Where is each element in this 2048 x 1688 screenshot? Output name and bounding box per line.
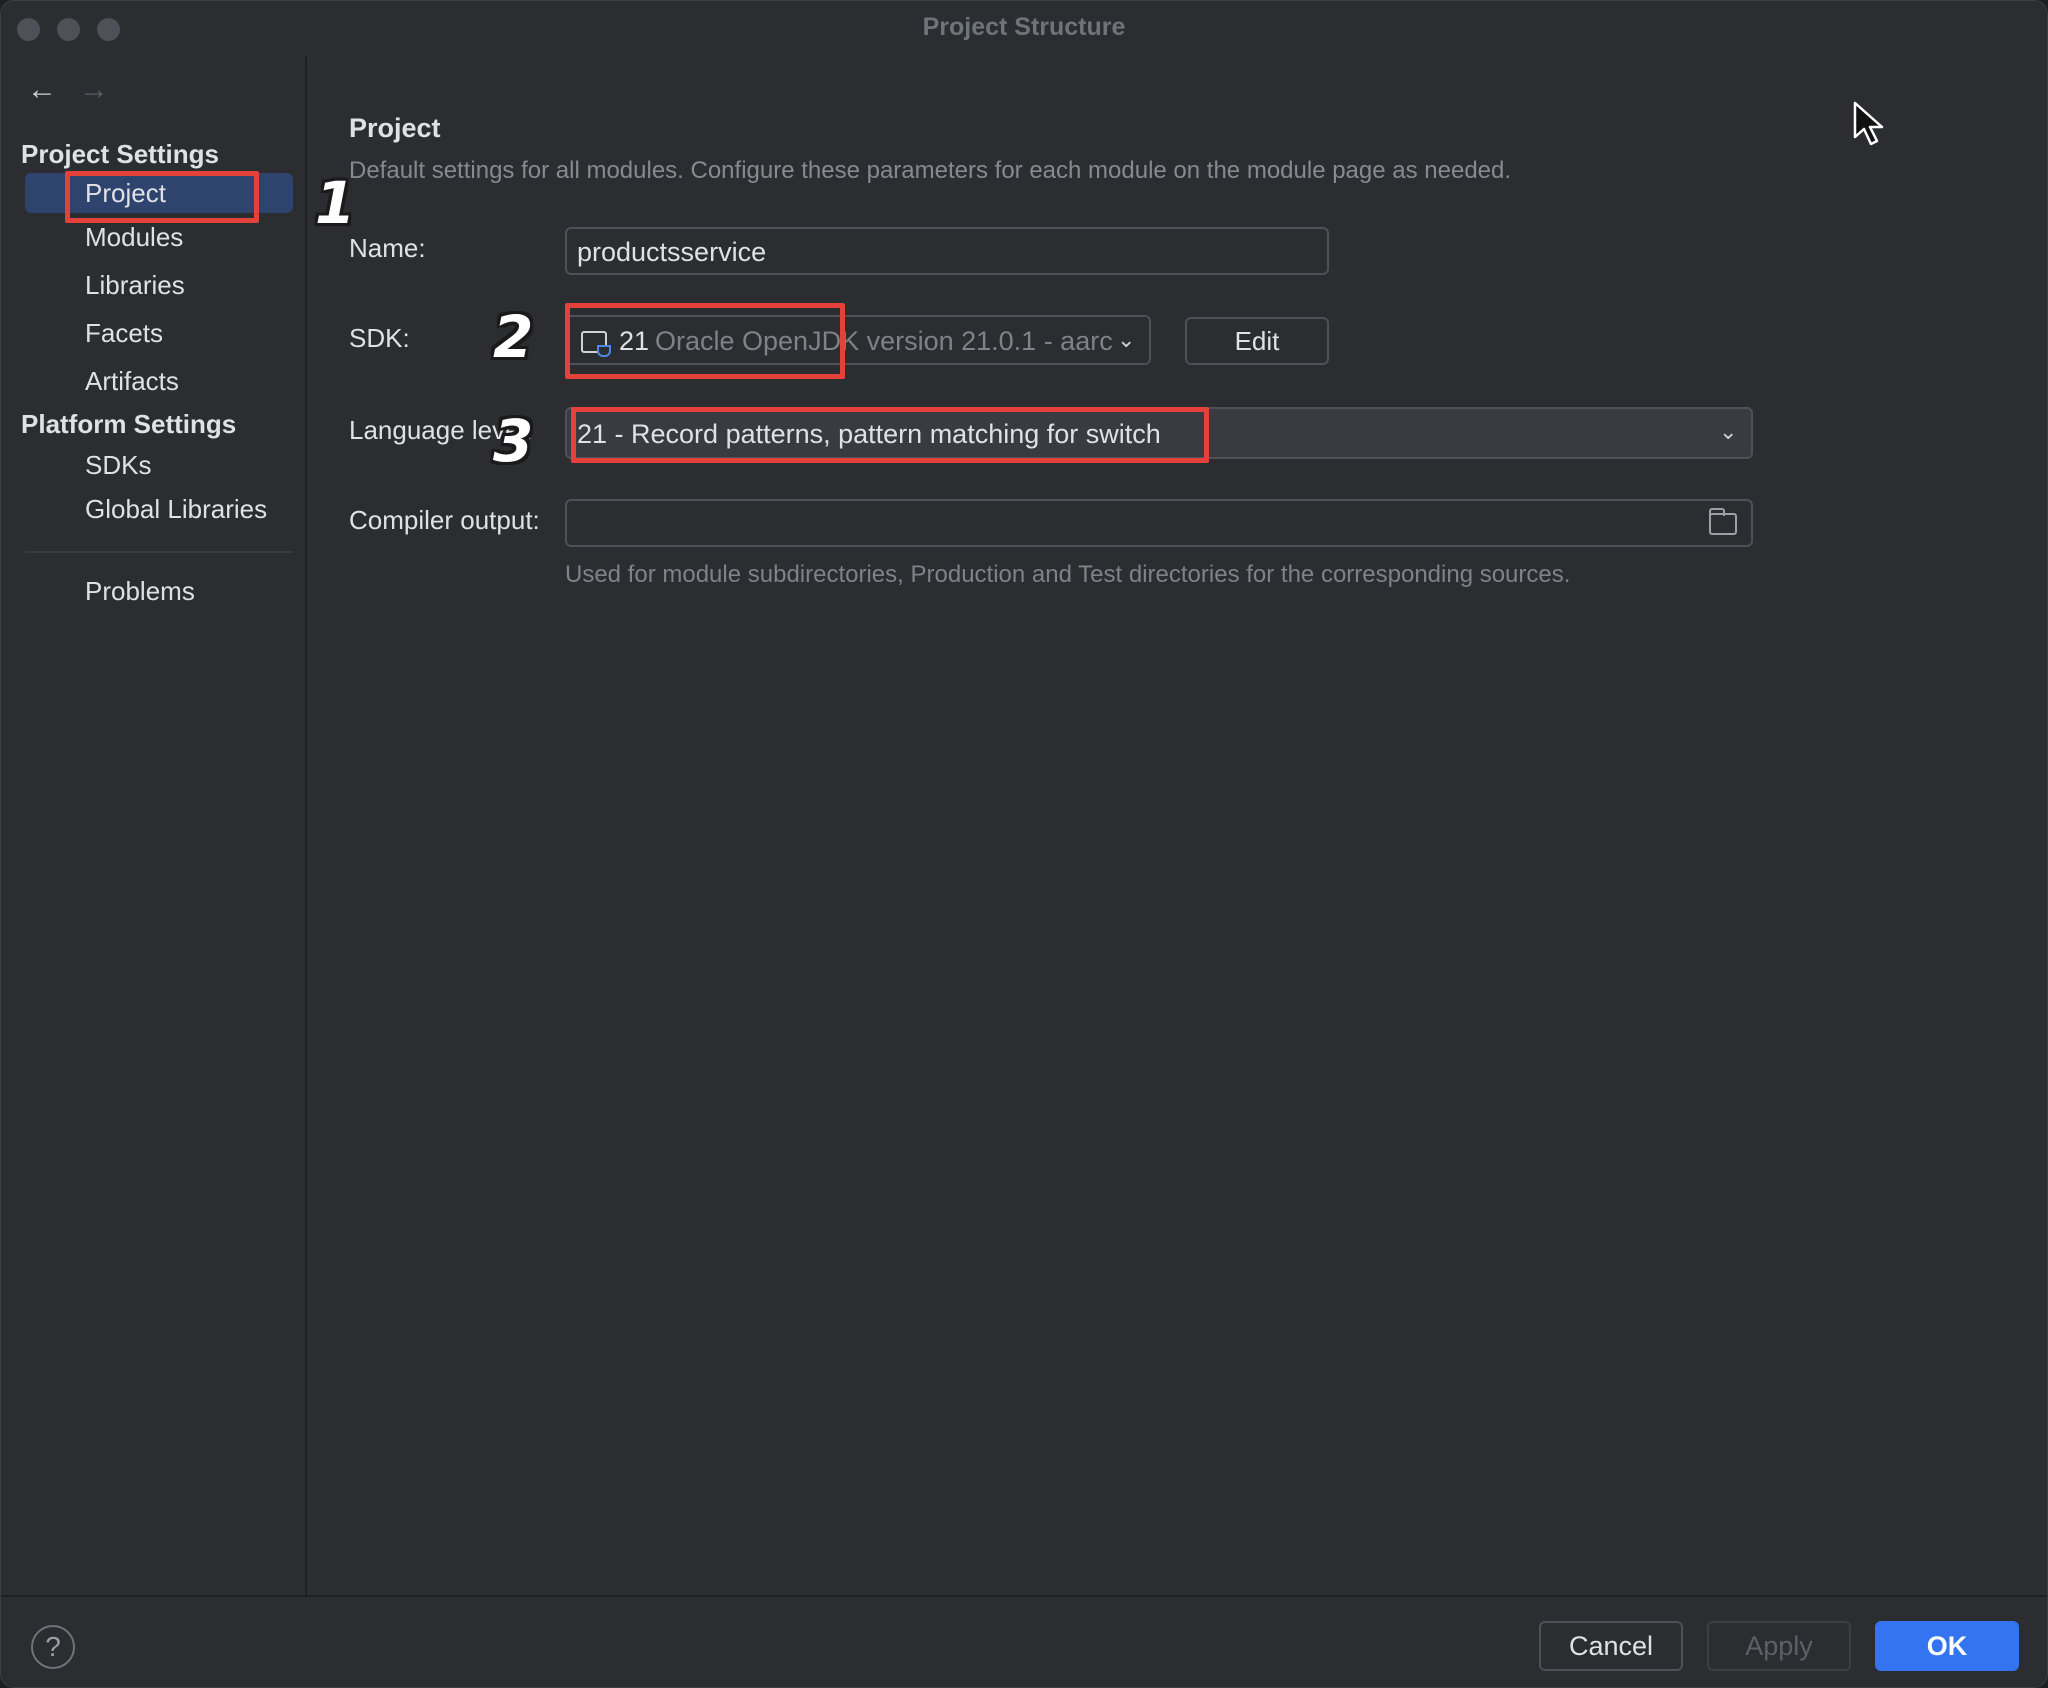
mouse-cursor-icon [1853, 101, 1884, 146]
window-title: Project Structure [922, 13, 1126, 41]
back-arrow-icon[interactable]: ← [27, 73, 57, 107]
name-input-value: productsservice [577, 237, 767, 267]
page-description: Default settings for all modules. Config… [349, 157, 1512, 184]
cancel-button[interactable]: Cancel [1539, 1621, 1683, 1671]
dialog-footer: ? Cancel Apply OK [1, 1595, 2047, 1687]
project-settings-heading: Project Settings [21, 139, 219, 169]
annotation-box-project [65, 171, 259, 223]
sidebar-item-facets[interactable]: Facets [25, 313, 293, 353]
name-input[interactable]: productsservice [565, 227, 1329, 275]
sidebar-item-global-libraries[interactable]: Global Libraries [25, 489, 293, 529]
chevron-down-icon: ⌄ [1117, 327, 1136, 352]
annotation-box-sdk [565, 303, 845, 379]
project-structure-window: Project Structure ← → Project Settings P… [0, 0, 2048, 1688]
apply-button[interactable]: Apply [1707, 1621, 1851, 1671]
compiler-output-label: Compiler output: [349, 505, 540, 535]
chevron-down-icon: ⌄ [1719, 419, 1738, 444]
sidebar-item-libraries[interactable]: Libraries [25, 265, 293, 305]
browse-folder-icon[interactable] [1709, 508, 1737, 535]
annotation-number-1: 1 [315, 169, 356, 237]
platform-settings-heading: Platform Settings [21, 409, 237, 439]
sidebar-item-modules[interactable]: Modules [25, 217, 293, 257]
page-title: Project [349, 113, 441, 143]
compiler-output-input[interactable] [565, 499, 1753, 547]
sdk-label: SDK: [349, 323, 410, 353]
sidebar-item-artifacts[interactable]: Artifacts [25, 361, 293, 401]
project-settings-panel: Project Default settings for all modules… [309, 57, 2047, 1595]
name-label: Name: [349, 233, 426, 263]
sidebar-item-problems[interactable]: Problems [25, 571, 293, 611]
help-button[interactable]: ? [31, 1625, 75, 1669]
edit-sdk-button[interactable]: Edit [1185, 317, 1329, 365]
annotation-number-2: 2 [493, 303, 534, 371]
title-bar: Project Structure [1, 1, 2047, 57]
sidebar-divider [25, 551, 293, 553]
forward-arrow-icon[interactable]: → [79, 73, 109, 107]
sidebar: ← → Project Settings Project Modules Lib… [1, 57, 307, 1595]
annotation-box-language-level [571, 407, 1209, 463]
annotation-number-3: 3 [493, 407, 534, 475]
compiler-output-hint: Used for module subdirectories, Producti… [565, 561, 1571, 588]
sidebar-item-sdks[interactable]: SDKs [25, 445, 293, 485]
ok-button[interactable]: OK [1875, 1621, 2019, 1671]
